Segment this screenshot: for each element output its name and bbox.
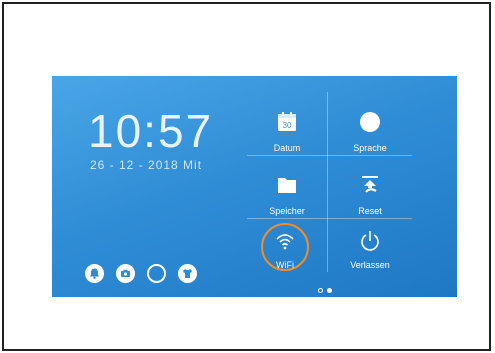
folder-icon (278, 178, 296, 193)
empty-circle-icon[interactable] (147, 264, 166, 283)
tile-verlassen[interactable]: Verlassen (330, 226, 410, 282)
shirt-icon[interactable] (178, 264, 197, 283)
power-icon (361, 231, 379, 251)
tile-datum-label: Datum (273, 143, 301, 153)
tile-datum[interactable]: 30 Datum (247, 107, 327, 163)
bell-icon[interactable] (85, 264, 104, 283)
tile-wifi[interactable]: WiFi (245, 226, 325, 282)
wifi-icon (276, 234, 294, 250)
page-indicator (318, 280, 336, 297)
tile-reset-label: Reset (358, 206, 382, 216)
tile-verlassen-label: Verlassen (350, 260, 390, 270)
calendar-icon: 30 (278, 112, 296, 131)
clock-time: 10:57 (88, 105, 214, 157)
circle-icon (360, 112, 380, 132)
page-dot[interactable] (318, 288, 323, 293)
calendar-day: 30 (283, 121, 292, 130)
tile-reset[interactable]: Reset (330, 170, 410, 226)
tile-speicher-label: Speicher (269, 206, 305, 216)
tile-sprache-label: Sprache (353, 143, 387, 153)
page-dot-active[interactable] (327, 288, 332, 293)
grid-divider-vertical (327, 92, 328, 272)
device-frame: 10:57 26 - 12 - 2018 Mit 30 Datum Sprach… (2, 2, 491, 351)
clock-date: 26 - 12 - 2018 Mit (90, 158, 203, 172)
tile-speicher[interactable]: Speicher (247, 170, 327, 226)
tile-wifi-label: WiFi (276, 260, 294, 270)
screen: 10:57 26 - 12 - 2018 Mit 30 Datum Sprach… (52, 76, 457, 297)
camera-icon[interactable] (116, 264, 135, 283)
reset-icon (362, 176, 378, 193)
tile-sprache[interactable]: Sprache (330, 107, 410, 163)
